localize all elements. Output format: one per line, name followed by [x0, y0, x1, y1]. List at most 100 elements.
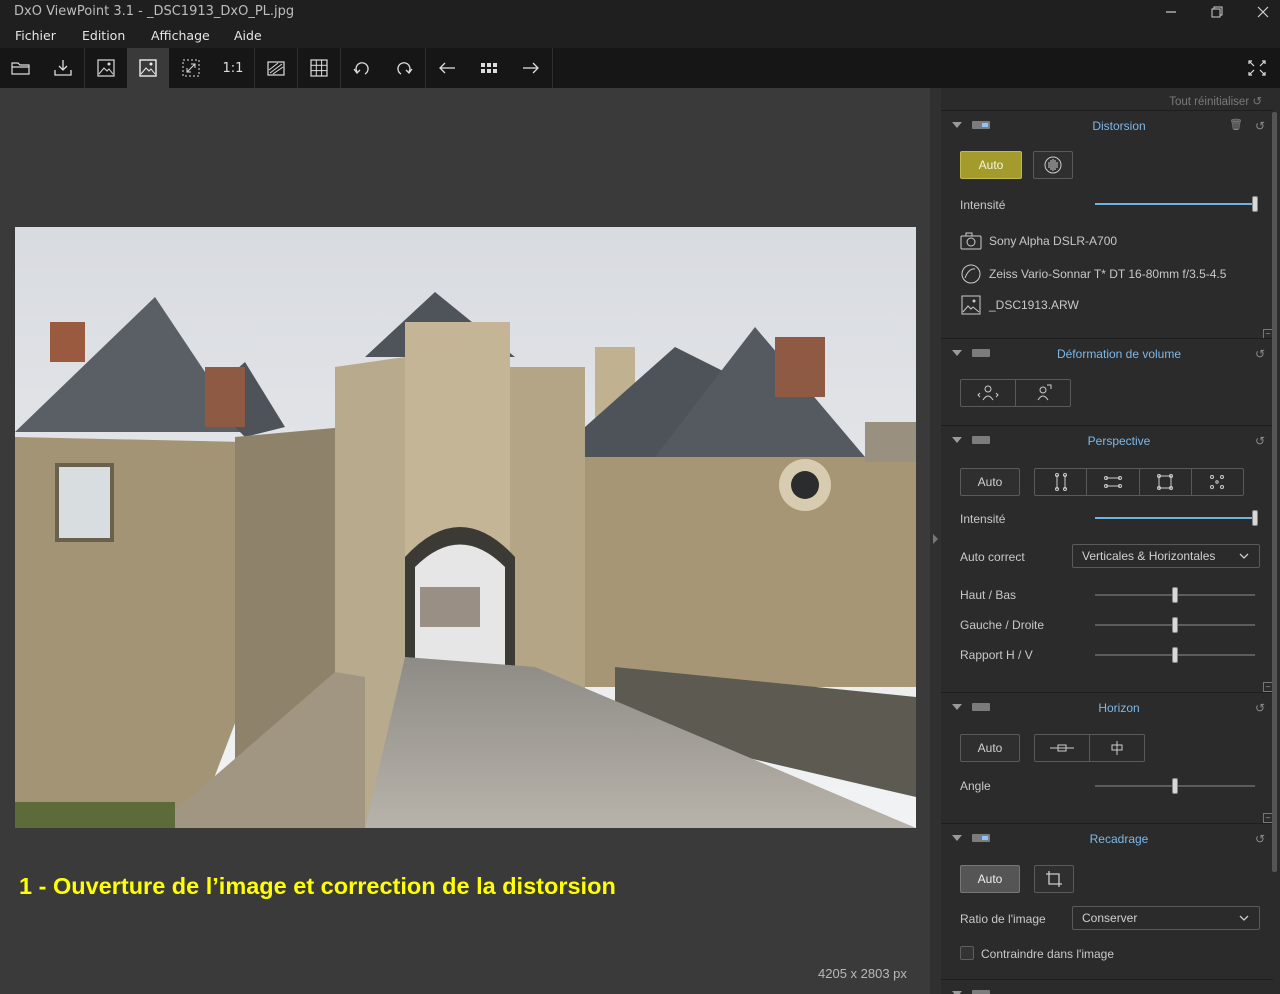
- panel-splitter[interactable]: [930, 88, 941, 994]
- trash-icon[interactable]: 🗑: [1229, 118, 1243, 131]
- auto-correct-select[interactable]: Verticales & Horizontales: [1072, 544, 1260, 568]
- top-bottom-slider[interactable]: [1095, 587, 1255, 603]
- previous-image-button[interactable]: [426, 48, 468, 88]
- menu-edition[interactable]: Edition: [82, 28, 125, 43]
- thumbnails-button[interactable]: [468, 48, 510, 88]
- rotate-left-button[interactable]: [341, 48, 383, 88]
- menu-fichier[interactable]: Fichier: [15, 28, 56, 43]
- undo-icon[interactable]: ↺: [1255, 701, 1265, 715]
- menu-affichage[interactable]: Affichage: [151, 28, 210, 43]
- top-bottom-label: Haut / Bas: [960, 588, 1017, 602]
- zoom-100-button[interactable]: 1:1: [212, 48, 254, 88]
- next-palette-header[interactable]: [941, 980, 1273, 994]
- image-viewer: 1 - Ouverture de l’image et correction d…: [0, 88, 930, 994]
- crop-auto-button[interactable]: Auto: [960, 865, 1020, 893]
- slider-knob[interactable]: [1172, 617, 1178, 633]
- constrain-checkbox[interactable]: [960, 946, 974, 960]
- title-bar: DxO ViewPoint 3.1 - _DSC1913_DxO_PL.jpg: [0, 0, 1280, 24]
- horizontal-lines-button[interactable]: [1087, 469, 1140, 495]
- crop-ratio-select[interactable]: Conserver: [1072, 906, 1260, 930]
- left-right-label: Gauche / Droite: [960, 618, 1045, 632]
- hv-ratio-label: Rapport H / V: [960, 648, 1033, 662]
- fit-icon: [182, 59, 200, 77]
- camera-icon: [960, 232, 982, 250]
- horizontal-lines-icon: [1103, 476, 1122, 488]
- next-palette: [941, 979, 1273, 994]
- panel-scrollbar[interactable]: [1272, 112, 1277, 872]
- volume-horizontal-button[interactable]: [961, 380, 1016, 406]
- rectangle-button[interactable]: [1140, 469, 1192, 495]
- palette-toggle-icon[interactable]: [972, 990, 990, 994]
- horizon-header[interactable]: Horizon ↺: [941, 693, 1273, 721]
- palette-title: Perspective: [1087, 434, 1151, 448]
- horizon-auto-button[interactable]: Auto: [960, 734, 1020, 762]
- eight-point-button[interactable]: [1192, 469, 1243, 495]
- angle-slider[interactable]: [1095, 778, 1255, 794]
- fullscreen-button[interactable]: [1236, 48, 1278, 88]
- rotate-right-icon: [397, 62, 413, 75]
- file-info: _DSC1913.ARW: [960, 295, 1079, 315]
- chevron-down-icon: [1239, 915, 1249, 921]
- grid-icon: [310, 59, 328, 77]
- distortion-mode-button[interactable]: [1033, 151, 1073, 179]
- slider-knob[interactable]: [1172, 778, 1178, 794]
- arrow-right-icon: [523, 62, 539, 74]
- minimize-button[interactable]: [1148, 0, 1194, 24]
- arrow-left-icon: [439, 62, 455, 74]
- reset-all-link[interactable]: Tout réinitialiser ↺: [1169, 94, 1262, 108]
- close-button[interactable]: [1240, 0, 1280, 24]
- rotate-right-button[interactable]: [383, 48, 425, 88]
- menu-aide[interactable]: Aide: [234, 28, 262, 43]
- horizon-mode-segment[interactable]: [1034, 734, 1145, 762]
- crop-tool-button[interactable]: [1034, 865, 1074, 893]
- export-button[interactable]: [42, 48, 84, 88]
- rotate-left-icon: [353, 62, 369, 75]
- image-view-button[interactable]: [127, 48, 169, 88]
- open-folder-button[interactable]: [0, 48, 42, 88]
- perspective-intensity-slider[interactable]: [1095, 510, 1258, 526]
- crop-header[interactable]: Recadrage ↺: [941, 824, 1273, 852]
- left-right-slider[interactable]: [1095, 617, 1255, 633]
- volume-mode-segment[interactable]: [960, 379, 1071, 407]
- distortion-intensity-slider[interactable]: [1095, 196, 1258, 212]
- hv-ratio-slider[interactable]: [1095, 647, 1255, 663]
- distortion-palette: Distorsion 🗑 ↺ Auto Intensité Sony Alpha…: [941, 110, 1273, 339]
- slider-knob[interactable]: [1252, 196, 1258, 212]
- perspective-header[interactable]: Perspective ↺: [941, 426, 1273, 454]
- distortion-auto-button[interactable]: Auto: [960, 151, 1022, 179]
- lens-info: Zeiss Vario-Sonnar T* DT 16-80mm f/3.5-4…: [960, 264, 1226, 284]
- slider-knob[interactable]: [1172, 647, 1178, 663]
- restore-button[interactable]: [1194, 0, 1240, 24]
- undo-icon[interactable]: ↺: [1255, 119, 1265, 133]
- person-spread-icon: [977, 385, 999, 401]
- undo-icon[interactable]: ↺: [1255, 434, 1265, 448]
- volume-header[interactable]: Déformation de volume ↺: [941, 339, 1273, 367]
- open-folder-icon: [11, 62, 30, 75]
- image-dimensions: 4205 x 2803 px: [818, 966, 907, 981]
- single-view-button[interactable]: [85, 48, 127, 88]
- next-image-button[interactable]: [510, 48, 552, 88]
- rectangle-icon: [1157, 474, 1174, 490]
- palette-title: Horizon: [1098, 701, 1140, 715]
- fit-to-screen-button[interactable]: [170, 48, 212, 88]
- perspective-palette: Perspective ↺ Auto Intensité Auto correc…: [941, 425, 1273, 692]
- photo[interactable]: [15, 227, 916, 828]
- undo-icon[interactable]: ↺: [1255, 832, 1265, 846]
- vertical-lines-button[interactable]: [1035, 469, 1088, 495]
- vertical-level-button[interactable]: [1090, 735, 1144, 761]
- distortion-header[interactable]: Distorsion 🗑 ↺: [941, 111, 1273, 139]
- perspective-auto-button[interactable]: Auto: [960, 468, 1020, 496]
- single-view-icon: [97, 59, 115, 77]
- perspective-mode-segment[interactable]: [1034, 468, 1244, 496]
- grid-button[interactable]: [298, 48, 340, 88]
- horizon-level-button[interactable]: [1035, 735, 1090, 761]
- slider-knob[interactable]: [1172, 587, 1178, 603]
- volume-diagonal-button[interactable]: [1016, 380, 1070, 406]
- before-after-button[interactable]: [255, 48, 297, 88]
- chevron-down-icon: [1239, 553, 1249, 559]
- undo-icon[interactable]: ↺: [1255, 347, 1265, 361]
- fullscreen-icon: [1248, 60, 1266, 76]
- palette-title: Recadrage: [1089, 832, 1149, 846]
- eight-points-icon: [1210, 475, 1225, 489]
- slider-knob[interactable]: [1252, 510, 1258, 526]
